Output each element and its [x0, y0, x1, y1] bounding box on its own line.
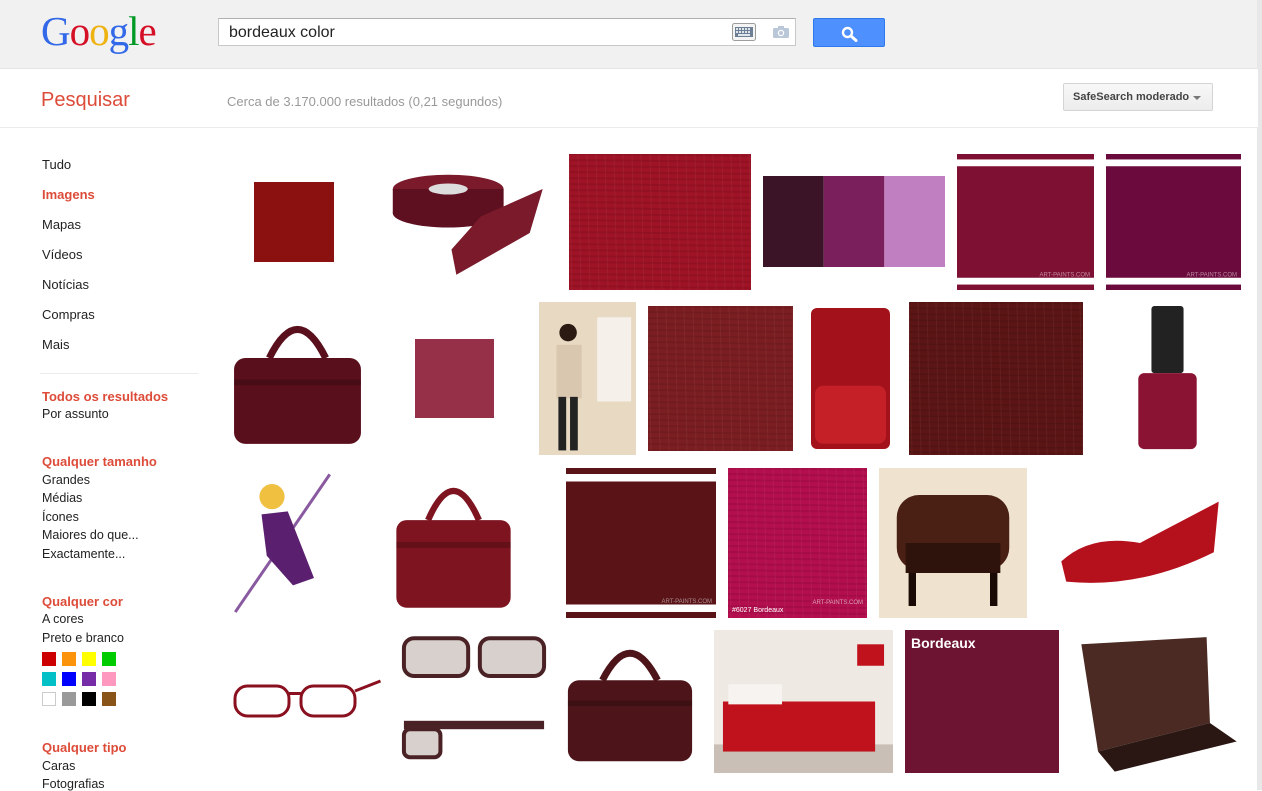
search-input[interactable] — [227, 22, 731, 44]
filter-size-exactly[interactable]: Exactamente... — [42, 547, 125, 561]
filter-head-color[interactable]: Qualquer cor — [42, 594, 123, 609]
fashion-photo-thumbnail[interactable] — [539, 302, 636, 455]
dropdown-arrow-icon — [1193, 96, 1201, 100]
svg-text:ART-PAINTS.COM: ART-PAINTS.COM — [662, 599, 712, 605]
color-swatch[interactable] — [62, 672, 76, 686]
keyboard-icon[interactable] — [732, 23, 756, 41]
red-linen-texture-thumbnail[interactable] — [569, 154, 751, 290]
section-title: Pesquisar — [41, 89, 130, 111]
laptop-thumbnail[interactable] — [1073, 630, 1240, 773]
filter-type-photos[interactable]: Fotografias — [42, 777, 105, 791]
nav-item-mais[interactable]: Mais — [42, 337, 69, 352]
logo-letter: o — [69, 8, 90, 54]
bordeaux-card-thumbnail[interactable]: Bordeaux — [905, 630, 1059, 773]
nav-item-noticias[interactable]: Notícias — [42, 277, 89, 292]
leather-texture-thumbnail[interactable] — [648, 306, 793, 451]
filter-size-icones[interactable]: Ícones — [42, 510, 79, 524]
color-swatch[interactable] — [62, 692, 76, 706]
color-swatch[interactable] — [62, 652, 76, 666]
logo-letter: G — [41, 8, 71, 54]
nav-item-videos[interactable]: Vídeos — [42, 247, 82, 262]
sunglasses-thumbnail[interactable] — [401, 634, 547, 774]
magnifier-icon — [841, 26, 858, 42]
color-swatch[interactable] — [42, 652, 56, 666]
logo-letter: l — [128, 8, 139, 54]
search-button[interactable] — [813, 18, 885, 47]
filter-color-bw[interactable]: Preto e branco — [42, 631, 124, 645]
maroon-swatch-thumbnail[interactable]: ART-PAINTS.COM — [566, 468, 716, 618]
filter-type-faces[interactable]: Caras — [42, 759, 75, 773]
filter-size-medias[interactable]: Médias — [42, 491, 82, 505]
filter-por-assunto[interactable]: Por assunto — [42, 407, 109, 421]
color-swatch[interactable] — [102, 672, 116, 686]
purple-swatch-thumbnail[interactable]: ART-PAINTS.COM — [1106, 154, 1241, 290]
google-logo[interactable]: Google — [41, 8, 157, 54]
pink-paint-swatch-thumbnail[interactable]: #6027 Bordeaux ART-PAINTS.COM — [728, 468, 867, 618]
tile-caption: #6027 Bordeaux — [732, 607, 784, 614]
filter-color-full[interactable]: A cores — [42, 612, 84, 626]
patent-tote-bag-thumbnail[interactable] — [390, 469, 517, 615]
logo-letter: g — [108, 8, 129, 54]
paint-strokes-thumbnail[interactable] — [763, 176, 945, 267]
results-header: Pesquisar Cerca de 3.170.000 resultados … — [0, 69, 1258, 128]
nav-item-tudo[interactable]: Tudo — [42, 157, 71, 172]
color-swatch[interactable] — [42, 672, 56, 686]
results-stats: Cerca de 3.170.000 resultados (0,21 segu… — [227, 94, 503, 109]
red-bedroom-thumbnail[interactable] — [714, 630, 893, 773]
svg-text:ART-PAINTS.COM: ART-PAINTS.COM — [1187, 272, 1237, 278]
color-swatch[interactable] — [42, 692, 56, 706]
leather-armchair-thumbnail[interactable] — [879, 468, 1027, 618]
logo-letter: o — [89, 8, 109, 54]
top-bar: Google — [0, 0, 1262, 69]
tile-caption: Bordeaux — [911, 635, 976, 651]
nav-item-mapas[interactable]: Mapas — [42, 217, 81, 232]
nav-divider — [40, 373, 198, 374]
bordeaux-square-thumbnail[interactable] — [415, 339, 494, 418]
slouch-handbag-thumbnail[interactable] — [561, 633, 699, 768]
safesearch-label: SafeSearch moderado — [1073, 91, 1190, 103]
nav-item-imagens[interactable]: Imagens — [42, 187, 95, 202]
search-box[interactable] — [218, 18, 796, 46]
leather-case-thumbnail[interactable] — [809, 306, 892, 451]
nav-item-compras[interactable]: Compras — [42, 307, 95, 322]
art-paints-swatch-thumbnail[interactable]: ART-PAINTS.COM — [957, 154, 1094, 290]
color-swatch[interactable] — [82, 692, 96, 706]
color-swatch[interactable] — [102, 692, 116, 706]
filter-head-type[interactable]: Qualquer tipo — [42, 740, 127, 755]
leather-handbag-thumbnail[interactable] — [227, 308, 368, 451]
svg-text:ART-PAINTS.COM: ART-PAINTS.COM — [813, 600, 863, 606]
safesearch-dropdown[interactable]: SafeSearch moderado — [1063, 83, 1213, 111]
burgundy-fabric-swatch-thumbnail[interactable] — [254, 182, 334, 262]
color-swatch[interactable] — [82, 652, 96, 666]
filter-head-size[interactable]: Qualquer tamanho — [42, 454, 157, 469]
red-glasses-thumbnail[interactable] — [232, 676, 382, 726]
camera-icon[interactable] — [772, 25, 790, 39]
nail-polish-thumbnail[interactable] — [1131, 306, 1204, 452]
filter-size-larger-than[interactable]: Maiores do que... — [42, 528, 139, 542]
filter-head-results[interactable]: Todos os resultados — [42, 389, 168, 404]
red-flat-shoe-thumbnail[interactable] — [1058, 497, 1222, 589]
filter-size-grandes[interactable]: Grandes — [42, 473, 90, 487]
color-swatch[interactable] — [102, 652, 116, 666]
cartoon-hero-thumbnail[interactable] — [230, 467, 335, 615]
logo-letter: e — [138, 8, 157, 54]
color-swatch[interactable] — [82, 672, 96, 686]
dark-leather-thumbnail[interactable] — [909, 302, 1083, 455]
satin-ribbon-roll-thumbnail[interactable] — [383, 167, 546, 277]
svg-text:ART-PAINTS.COM: ART-PAINTS.COM — [1040, 272, 1090, 278]
